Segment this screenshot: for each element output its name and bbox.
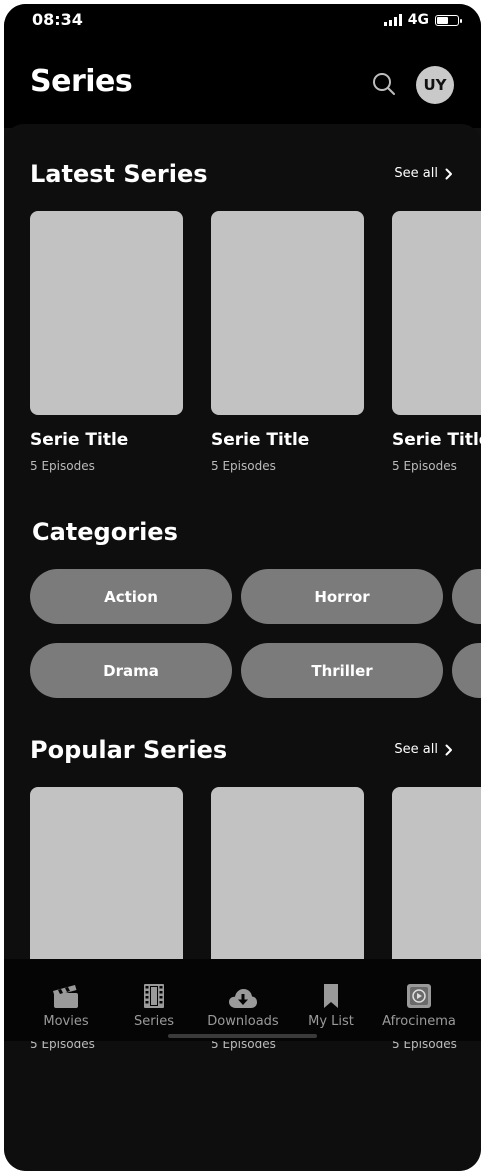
- category-pill[interactable]: [452, 569, 481, 624]
- avatar[interactable]: UY: [416, 66, 454, 104]
- tab-my-list[interactable]: My List: [286, 959, 376, 1031]
- tab-label: Downloads: [207, 1014, 279, 1029]
- series-episodes: 5 Episodes: [30, 459, 95, 473]
- series-poster: [392, 211, 481, 415]
- series-title: Serie Title: [392, 430, 481, 450]
- cloud-download-icon: [229, 989, 257, 1008]
- series-title: Serie Title: [211, 430, 310, 450]
- chevron-right-icon: [445, 744, 452, 755]
- series-title: Serie Title: [30, 430, 129, 450]
- play-box-icon: [407, 984, 431, 1008]
- series-card[interactable]: Serie Title 5 Episodes: [30, 211, 183, 473]
- app-header: Series UY: [4, 42, 481, 128]
- tab-series[interactable]: Series: [109, 959, 199, 1031]
- category-pill[interactable]: [452, 643, 481, 698]
- status-bar: 08:34 4G: [4, 4, 481, 42]
- series-poster: [211, 211, 364, 415]
- popular-series-title: Popular Series: [30, 736, 228, 764]
- latest-series-title: Latest Series: [30, 160, 208, 188]
- series-card[interactable]: Serie Title 5 Episodes: [392, 211, 481, 473]
- page-title: Series: [30, 64, 133, 99]
- tab-label: My List: [308, 1014, 354, 1029]
- tab-movies[interactable]: Movies: [21, 959, 111, 1031]
- see-all-label: See all: [394, 166, 438, 181]
- series-episodes: 5 Episodes: [392, 459, 457, 473]
- categories-title: Categories: [32, 518, 178, 546]
- category-pill-thriller[interactable]: Thriller: [241, 643, 443, 698]
- phone-screen: 08:34 4G Series UY Latest Series See all…: [4, 4, 481, 1171]
- search-icon[interactable]: [372, 72, 396, 96]
- series-episodes: 5 Episodes: [211, 459, 276, 473]
- status-indicators: 4G: [383, 12, 462, 28]
- clapperboard-icon: [53, 985, 78, 1008]
- tab-label: Afrocinema: [382, 1014, 456, 1029]
- battery-icon: [435, 14, 462, 26]
- category-pill-drama[interactable]: Drama: [30, 643, 232, 698]
- category-pill-action[interactable]: Action: [30, 569, 232, 624]
- tab-downloads[interactable]: Downloads: [198, 959, 288, 1031]
- series-card[interactable]: Serie Title 5 Episodes: [211, 211, 364, 473]
- film-strip-icon: [144, 984, 164, 1008]
- home-indicator: [168, 1034, 317, 1038]
- see-all-label: See all: [394, 742, 438, 757]
- latest-see-all-link[interactable]: See all: [394, 166, 453, 181]
- tab-label: Movies: [43, 1014, 89, 1029]
- bookmark-icon: [324, 984, 338, 1008]
- signal-icon: [383, 14, 402, 26]
- tab-afrocinema[interactable]: Afrocinema: [374, 959, 464, 1031]
- bottom-tab-bar: Movies Series Downloads My List Afrocine…: [4, 959, 481, 1041]
- status-time: 08:34: [32, 10, 83, 29]
- category-pill-horror[interactable]: Horror: [241, 569, 443, 624]
- tab-label: Series: [134, 1014, 174, 1029]
- popular-see-all-link[interactable]: See all: [394, 742, 453, 757]
- network-label: 4G: [407, 12, 429, 28]
- series-poster: [30, 211, 183, 415]
- chevron-right-icon: [445, 168, 452, 179]
